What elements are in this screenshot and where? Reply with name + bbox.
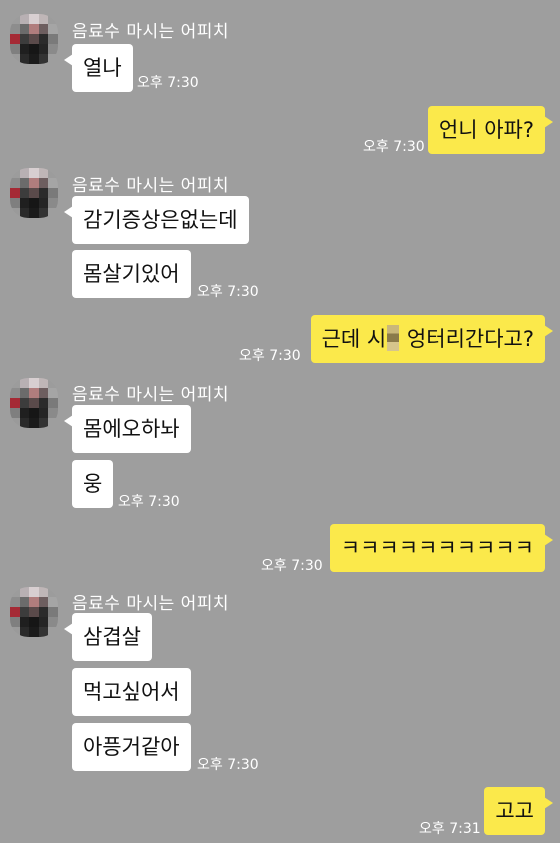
chat-room[interactable]: 음료수 마시는 어피치 열나 오후 7:30 언니 아파? 오후 7:30 음료…: [0, 0, 560, 843]
message-bubble-outgoing[interactable]: 언니 아파?: [427, 106, 554, 154]
censor-mosaic: [387, 325, 400, 351]
message-bubble[interactable]: 몸에오하놔: [64, 405, 191, 453]
sender-avatar[interactable]: [10, 587, 58, 637]
message-time: 오후 7:30: [197, 284, 259, 300]
message-bubble[interactable]: 감기증상은없는데: [64, 196, 249, 244]
message-bubble[interactable]: 먹고싶어서: [72, 668, 191, 716]
message-bubble-outgoing[interactable]: 근데 시 엉터리간다고?: [310, 315, 554, 363]
sender-avatar[interactable]: [10, 14, 58, 64]
message-bubble[interactable]: 삼겹살: [64, 613, 152, 661]
message-bubble[interactable]: 열나: [64, 44, 133, 92]
message-bubble[interactable]: 웅: [72, 460, 114, 508]
sender-name: 음료수 마시는 어피치: [72, 385, 230, 405]
message-text-part: 근데 시: [321, 327, 387, 351]
sender-name: 음료수 마시는 어피치: [72, 594, 230, 614]
sender-name: 음료수 마시는 어피치: [72, 176, 230, 196]
message-time: 오후 7:30: [261, 558, 323, 574]
message-time: 오후 7:30: [239, 348, 301, 364]
message-time: 오후 7:30: [118, 494, 180, 510]
message-time: 오후 7:30: [197, 757, 259, 773]
message-bubble-outgoing[interactable]: ㅋㅋㅋㅋㅋㅋㅋㅋㅋㅋ: [329, 524, 554, 572]
message-time: 오후 7:30: [363, 139, 425, 155]
message-time: 오후 7:30: [137, 75, 199, 91]
message-text-part: 엉터리간다고?: [400, 327, 534, 351]
message-bubble-outgoing[interactable]: 고고: [484, 787, 553, 835]
message-bubble[interactable]: 아픙거같아: [72, 723, 191, 771]
message-time: 오후 7:31: [419, 821, 481, 837]
sender-name: 음료수 마시는 어피치: [72, 22, 230, 42]
sender-avatar[interactable]: [10, 378, 58, 428]
sender-avatar[interactable]: [10, 168, 58, 218]
message-bubble[interactable]: 몸살기있어: [72, 250, 191, 298]
